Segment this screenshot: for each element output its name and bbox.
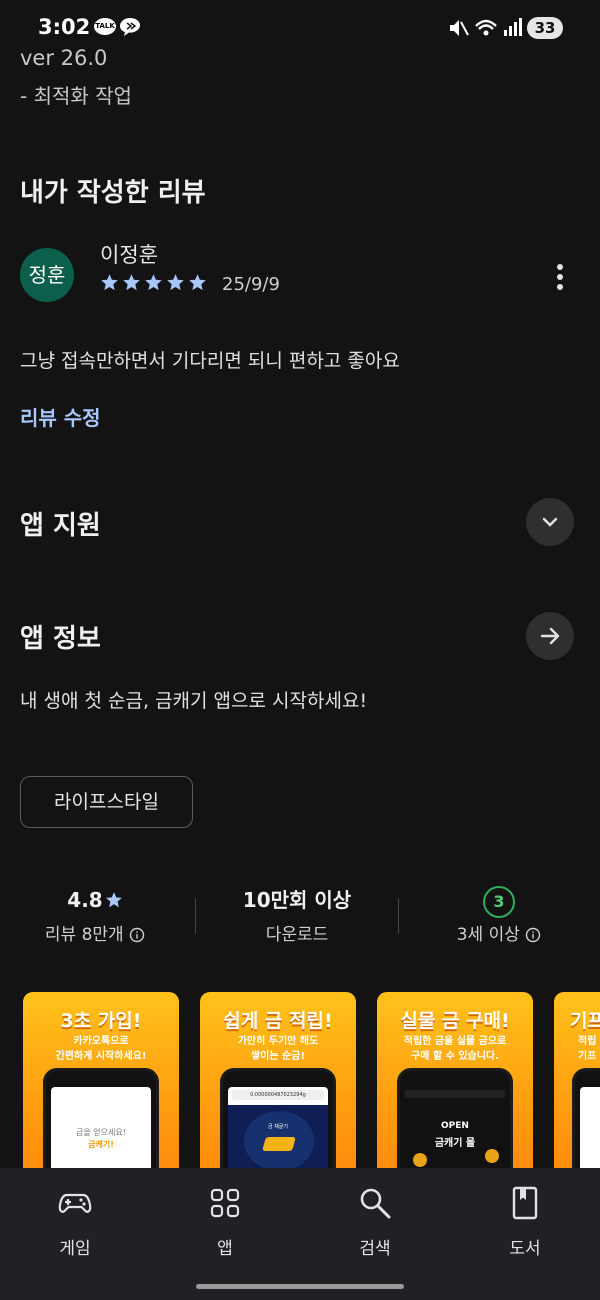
- battery-indicator: 33: [527, 17, 563, 39]
- downloads-label: 다운로드: [265, 925, 329, 945]
- chevron-down-icon: [542, 517, 558, 527]
- screenshot-3[interactable]: 실물 금 구매! 적립한 금을 실물 금으로구매 할 수 있습니다. OPEN …: [377, 992, 533, 1182]
- phone-mockup: 0.000000487023294g 금 채굴기: [220, 1068, 336, 1182]
- info-icon: [129, 927, 145, 943]
- screenshot-subtitle: 기프: [578, 1051, 597, 1062]
- nav-item-search[interactable]: 검색: [325, 1186, 425, 1259]
- screen-text: 금 채굴기: [268, 1124, 288, 1130]
- review-date: 25/9/9: [222, 274, 280, 295]
- my-review-title: 내가 작성한 리뷰: [20, 178, 206, 208]
- nav-item-games[interactable]: 게임: [25, 1186, 125, 1259]
- app-support-title[interactable]: 앱 지원: [20, 505, 101, 542]
- more-options-icon[interactable]: [548, 262, 572, 292]
- screenshot-subtitle: 적립한 금을 실물 금으로: [403, 1036, 507, 1047]
- book-icon: [512, 1186, 538, 1220]
- app-info-title[interactable]: 앱 정보: [20, 618, 101, 655]
- mute-wifi-signal-icons: [450, 18, 522, 36]
- star-icon: [145, 274, 162, 291]
- phone-mockup: 금을 얻으세요! 금캐기!: [43, 1068, 159, 1182]
- status-bar: 3:02 TALK 33: [0, 0, 600, 50]
- screen-text: 금캐기!: [88, 1140, 114, 1149]
- age-rating-badge: 3: [483, 886, 515, 918]
- edit-review-link[interactable]: 리뷰 수정: [20, 402, 101, 431]
- screenshot-4[interactable]: 기프 적립 기프: [554, 992, 600, 1182]
- divider: [398, 898, 399, 934]
- phone-mockup: [572, 1068, 600, 1182]
- screenshot-2[interactable]: 쉽게 금 적립! 가만히 두기만 해도쌓이는 순금! 0.00000048702…: [200, 992, 356, 1182]
- reviewer-name: 이정훈: [100, 243, 158, 267]
- screenshot-subtitle: 가만히 두기만 해도: [237, 1036, 319, 1047]
- avatar: 정훈: [20, 248, 74, 302]
- gamepad-icon: [58, 1193, 92, 1213]
- rating-stat[interactable]: 4.8 리뷰 8만개: [20, 884, 170, 945]
- screenshot-headline: 쉽게 금 적립!: [223, 1010, 333, 1032]
- status-time: 3:02: [38, 15, 91, 39]
- nav-label: 도서: [509, 1239, 541, 1259]
- star-icon: [167, 274, 184, 291]
- gold-coin-image: [413, 1153, 427, 1167]
- gold-bar-image: [262, 1137, 296, 1151]
- arrow-right-icon: [540, 627, 560, 645]
- star-icon: [189, 274, 206, 291]
- screenshot-subtitle: 카카오톡으로: [73, 1036, 129, 1047]
- screenshot-subtitle: 적립: [578, 1036, 597, 1047]
- phone-mockup: OPEN 금캐기 몰: [397, 1068, 513, 1182]
- app-description: 내 생애 첫 순금, 금캐기 앱으로 시작하세요!: [20, 690, 368, 712]
- age-rating-stat[interactable]: 3 3세 이상: [424, 884, 574, 945]
- category-chip-label: 라이프스타일: [54, 791, 159, 813]
- star-icon: [123, 274, 140, 291]
- screen-text: 금캐기 몰: [434, 1138, 476, 1149]
- reviews-count-label: 리뷰 8만개: [44, 925, 124, 945]
- info-icon: [526, 927, 541, 943]
- divider: [195, 898, 196, 934]
- app-info-arrow-button[interactable]: [526, 612, 574, 660]
- chat-bubble-icon: [120, 18, 140, 36]
- apps-grid-icon: [210, 1188, 240, 1218]
- kakaotalk-notification-icon: TALK: [94, 18, 116, 35]
- expand-app-support-button[interactable]: [526, 498, 574, 546]
- nav-label: 검색: [359, 1239, 391, 1259]
- update-note: - 최적화 작업: [20, 84, 132, 108]
- nav-item-apps[interactable]: 앱: [175, 1186, 275, 1259]
- screenshot-headline: 기프: [570, 1010, 600, 1032]
- age-rating-label: 3세 이상: [456, 925, 520, 945]
- screenshot-subtitle: 쌓이는 순금!: [250, 1051, 306, 1062]
- rating-value: 4.8: [67, 888, 103, 912]
- screenshot-subtitle: 구매 할 수 있습니다.: [411, 1051, 499, 1062]
- star-icon: [105, 892, 122, 908]
- screenshot-headline: 실물 금 구매!: [400, 1010, 510, 1032]
- screen-text: OPEN: [441, 1121, 469, 1131]
- downloads-stat: 10만회 이상 다운로드: [222, 884, 372, 945]
- home-indicator[interactable]: [196, 1284, 404, 1289]
- screenshot-subtitle: 간편하게 시작하세요!: [55, 1051, 147, 1062]
- gold-coin-image: [485, 1149, 499, 1163]
- screen-text: 금을 얻으세요!: [76, 1128, 126, 1137]
- review-text: 그냥 접속만하면서 기다리면 되니 편하고 좋아요: [20, 350, 400, 372]
- downloads-value: 10만회 이상: [242, 888, 352, 912]
- star-icon: [101, 274, 118, 291]
- star-rating: [100, 273, 207, 292]
- screenshot-1[interactable]: 3초 가입! 카카오톡으로간편하게 시작하세요! 금을 얻으세요! 금캐기!: [23, 992, 179, 1182]
- nav-item-books[interactable]: 도서: [475, 1186, 575, 1259]
- nav-label: 게임: [59, 1239, 91, 1259]
- nav-label: 앱: [217, 1239, 233, 1259]
- screen-text: 0.000000487023294g: [232, 1090, 324, 1100]
- bottom-navigation: 게임 앱 검색 도서: [0, 1168, 600, 1300]
- screenshot-headline: 3초 가입!: [60, 1010, 142, 1032]
- search-icon: [360, 1188, 391, 1219]
- version-text: ver 26.0: [20, 46, 108, 70]
- category-chip[interactable]: 라이프스타일: [20, 776, 193, 828]
